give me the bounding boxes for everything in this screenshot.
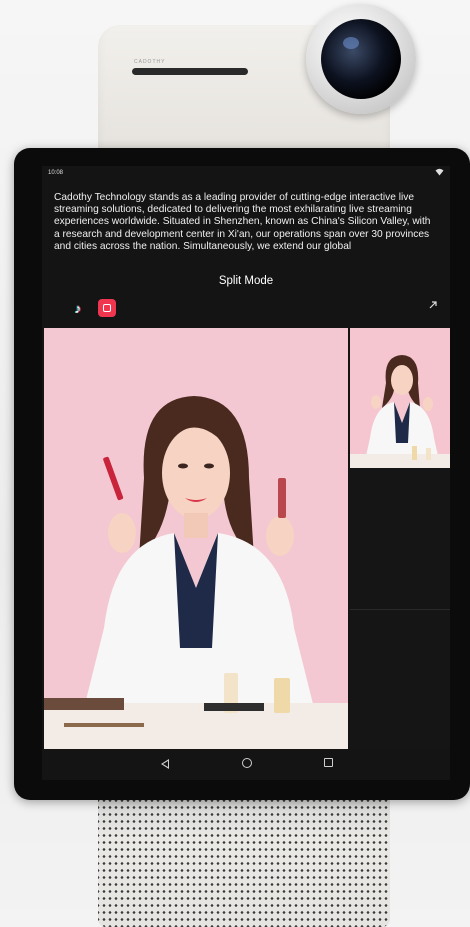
divider: [350, 609, 450, 610]
status-time: 10:08: [48, 170, 64, 176]
presenter-illustration: [44, 328, 348, 749]
brand-label: CADOTHY: [134, 59, 166, 65]
camera-lens-icon: [321, 19, 401, 99]
back-icon[interactable]: [161, 759, 169, 769]
preview-thumbnail[interactable]: [350, 328, 450, 468]
speaker-base: [98, 800, 390, 927]
red-app-icon[interactable]: [98, 299, 116, 317]
home-icon[interactable]: [242, 758, 252, 768]
side-column: [350, 328, 450, 749]
preview-illustration: [350, 328, 450, 468]
speaker-slot: [132, 68, 248, 75]
wifi-icon: [435, 168, 444, 176]
tiktok-icon[interactable]: ♪: [72, 302, 84, 316]
expand-icon[interactable]: [428, 300, 438, 310]
nav-bar: [42, 749, 450, 780]
split-mode-title: Split Mode: [218, 275, 274, 287]
description-text: Cadothy Technology stands as a leading p…: [54, 192, 431, 252]
tablet-screen: 10:08 Cadothy Technology stands as a lea…: [42, 166, 450, 780]
main-video-feed[interactable]: [44, 328, 348, 749]
recents-icon[interactable]: [324, 758, 333, 767]
